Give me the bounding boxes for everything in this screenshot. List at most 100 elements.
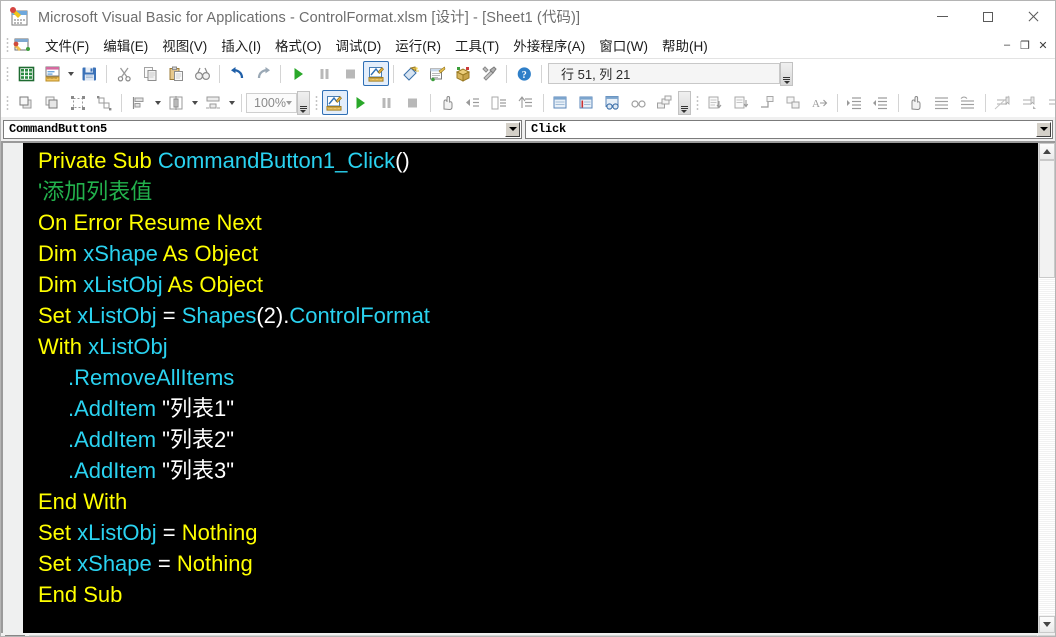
hand-button[interactable] <box>435 90 461 115</box>
comment-block-button[interactable] <box>929 90 955 115</box>
properties-window-button[interactable] <box>424 61 450 86</box>
break-button-2[interactable] <box>374 90 400 115</box>
edit-toolbar-overflow-button-1[interactable] <box>296 90 310 115</box>
quick-info-button[interactable] <box>755 90 781 115</box>
complete-word-button[interactable]: A <box>807 90 833 115</box>
userform-toolbar-grip[interactable] <box>695 94 699 111</box>
code-line[interactable]: Set xShape = Nothing <box>24 548 1038 579</box>
save-button[interactable] <box>76 61 102 86</box>
align-button[interactable] <box>126 90 152 115</box>
code-line[interactable]: .RemoveAllItems <box>24 362 1038 393</box>
code-line[interactable]: End Sub <box>24 579 1038 610</box>
indent-button[interactable] <box>842 90 868 115</box>
quick-watch-button[interactable] <box>626 90 652 115</box>
menu-addins[interactable]: 外接程序(A) <box>506 33 592 57</box>
object-combo-arrow-icon[interactable] <box>505 121 520 137</box>
menu-tools[interactable]: 工具(T) <box>448 33 506 57</box>
center-button[interactable] <box>163 90 189 115</box>
toolbox-button[interactable] <box>476 61 502 86</box>
object-combo[interactable]: CommandButton5 <box>3 119 522 139</box>
copy-button[interactable] <box>137 61 163 86</box>
standard-toolbar-overflow-button[interactable] <box>780 61 793 86</box>
standard-toolbar-grip[interactable] <box>6 65 9 82</box>
insert-userform-button[interactable] <box>39 61 65 86</box>
redo-button[interactable] <box>250 61 276 86</box>
document-close-button[interactable]: ✕ <box>1035 36 1051 54</box>
code-line[interactable]: Set xListObj = Shapes(2).ControlFormat <box>24 300 1038 331</box>
code-line[interactable]: Dim xShape As Object <box>24 238 1038 269</box>
design-mode-button[interactable] <box>363 61 389 86</box>
size-button[interactable] <box>200 90 226 115</box>
menu-run[interactable]: 运行(R) <box>388 33 448 57</box>
code-line[interactable]: On Error Resume Next <box>24 207 1038 238</box>
step-out-button[interactable] <box>513 90 539 115</box>
menu-edit[interactable]: 编辑(E) <box>96 33 155 57</box>
code-line[interactable]: Set xListObj = Nothing <box>24 517 1038 548</box>
menu-file[interactable]: 文件(F) <box>38 33 96 57</box>
send-back-button[interactable] <box>39 90 65 115</box>
ungroup-button[interactable] <box>91 90 117 115</box>
center-dropdown[interactable] <box>189 91 200 114</box>
menu-window[interactable]: 窗口(W) <box>592 33 655 57</box>
code-line[interactable]: .AddItem "列表1" <box>24 393 1038 424</box>
reset-button[interactable] <box>337 61 363 86</box>
align-dropdown[interactable] <box>152 91 163 114</box>
step-over-button[interactable] <box>487 90 513 115</box>
undo-button[interactable] <box>224 61 250 86</box>
vertical-scroll-track[interactable] <box>1039 160 1055 616</box>
menu-insert[interactable]: 插入(I) <box>214 33 268 57</box>
margin-indicator-bar[interactable] <box>3 143 24 633</box>
code-line[interactable]: Private Sub CommandButton1_Click() <box>24 145 1038 176</box>
toggle-breakpoint-button[interactable] <box>903 90 929 115</box>
run-button[interactable] <box>285 61 311 86</box>
design-mode-button-2[interactable] <box>321 90 348 115</box>
document-restore-button[interactable]: ❐ <box>1017 36 1033 54</box>
insert-userform-dropdown[interactable] <box>65 62 76 85</box>
code-line[interactable]: '添加列表值 <box>24 176 1038 207</box>
debug-toolbar-grip[interactable] <box>314 94 318 111</box>
code-line[interactable]: With xListObj <box>24 331 1038 362</box>
edit-toolbar-grip[interactable] <box>6 94 9 111</box>
find-button[interactable] <box>189 61 215 86</box>
code-line[interactable]: .AddItem "列表3" <box>24 455 1038 486</box>
list-properties-button[interactable] <box>703 90 729 115</box>
menu-help[interactable]: 帮助(H) <box>655 33 715 57</box>
minimize-button[interactable] <box>920 1 965 32</box>
run-sub-button[interactable] <box>348 90 374 115</box>
menu-format[interactable]: 格式(O) <box>268 33 329 57</box>
cut-button[interactable] <box>111 61 137 86</box>
code-editor[interactable]: Private Sub CommandButton1_Click() '添加列表值… <box>24 143 1038 633</box>
zoom-combo[interactable]: 100% <box>246 92 297 113</box>
code-line[interactable]: End With <box>24 486 1038 517</box>
paste-button[interactable] <box>163 61 189 86</box>
code-line[interactable]: .AddItem "列表2" <box>24 424 1038 455</box>
project-explorer-button[interactable] <box>398 61 424 86</box>
call-stack-button[interactable] <box>652 90 678 115</box>
reset-button-2[interactable] <box>400 90 426 115</box>
procedure-combo[interactable]: Click <box>525 119 1053 139</box>
uncomment-block-button[interactable] <box>955 90 981 115</box>
menu-grip[interactable] <box>6 37 9 53</box>
outdent-button[interactable] <box>868 90 894 115</box>
scroll-up-button[interactable] <box>1039 143 1055 160</box>
group-button[interactable] <box>65 90 91 115</box>
object-browser-button[interactable] <box>450 61 476 86</box>
close-button[interactable] <box>1010 1 1055 32</box>
toggle-bookmark-button[interactable] <box>990 90 1016 115</box>
maximize-button[interactable] <box>965 1 1010 32</box>
menu-debug[interactable]: 调试(D) <box>329 33 389 57</box>
bring-front-button[interactable] <box>13 90 39 115</box>
locals-window-button[interactable] <box>548 90 574 115</box>
menu-view[interactable]: 视图(V) <box>155 33 214 57</box>
immediate-window-button[interactable] <box>574 90 600 115</box>
prev-bookmark-button[interactable] <box>1042 90 1055 115</box>
code-line[interactable]: Dim xListObj As Object <box>24 269 1038 300</box>
document-minimize-button[interactable]: – <box>999 36 1015 54</box>
view-excel-button[interactable] <box>13 61 39 86</box>
vertical-scroll-thumb[interactable] <box>1039 160 1055 278</box>
next-bookmark-button[interactable] <box>1016 90 1042 115</box>
procedure-combo-arrow-icon[interactable] <box>1036 121 1051 137</box>
break-button[interactable] <box>311 61 337 86</box>
help-button[interactable]: ? <box>511 61 537 86</box>
edit-toolbar-overflow-button-2[interactable] <box>677 90 691 115</box>
